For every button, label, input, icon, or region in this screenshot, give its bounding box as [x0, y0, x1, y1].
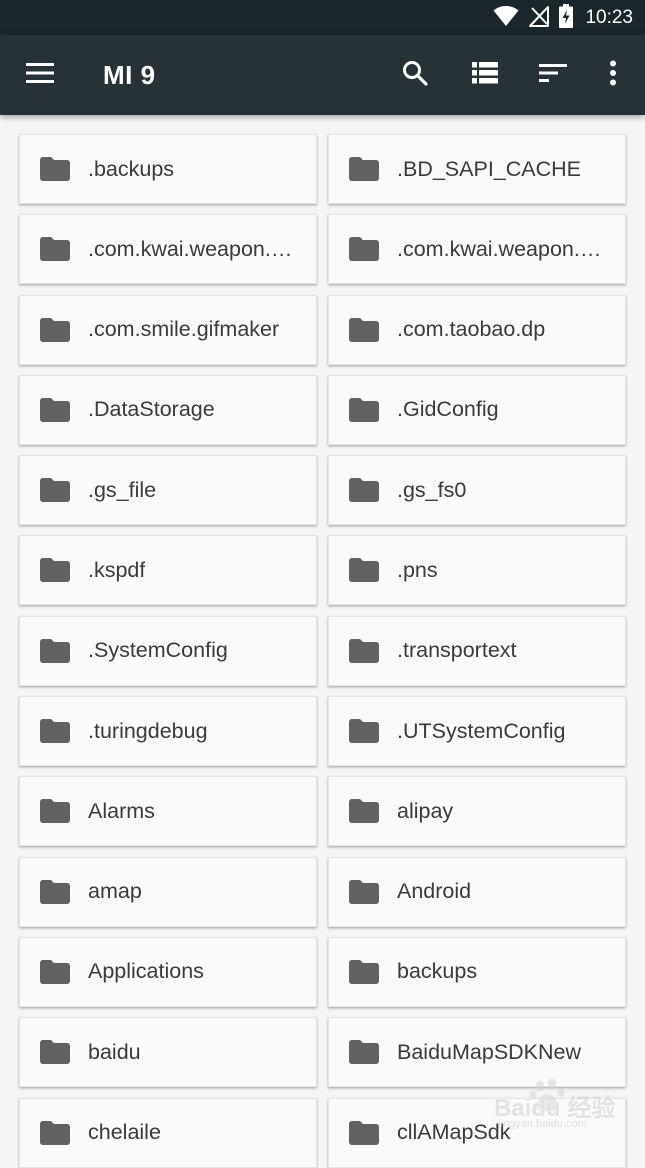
search-icon	[402, 60, 428, 90]
folder-name: .kspdf	[88, 557, 146, 582]
folder-name: .SystemConfig	[88, 638, 228, 663]
folder-icon	[40, 237, 70, 262]
folder-icon	[40, 879, 70, 904]
folder-item[interactable]: .gs_file	[19, 455, 317, 526]
view-mode-button[interactable]	[457, 35, 513, 115]
folder-item[interactable]: chelaile	[19, 1097, 317, 1168]
search-button[interactable]	[387, 35, 443, 115]
more-options-button[interactable]	[585, 35, 641, 115]
folder-name: BaiduMapSDKNew	[397, 1039, 582, 1064]
folder-item[interactable]: Applications	[19, 936, 317, 1007]
sort-icon	[539, 64, 567, 86]
status-icons: 10:23	[493, 0, 633, 35]
folder-name: amap	[88, 879, 142, 904]
folder-icon	[40, 959, 70, 984]
folder-name: .com.taobao.dp	[397, 317, 546, 342]
folder-icon	[349, 397, 379, 422]
battery-charging-icon	[559, 3, 574, 32]
folder-name: Android	[397, 879, 472, 904]
app-toolbar: MI 9	[0, 35, 645, 115]
folder-item[interactable]: BaiduMapSDKNew	[328, 1017, 626, 1088]
folder-grid: .backups .BD_SAPI_CACHE .com.kwai.weapon.……	[19, 134, 626, 1168]
folder-item[interactable]: .com.taobao.dp	[328, 294, 626, 365]
wifi-icon	[493, 5, 519, 31]
folder-item[interactable]: .BD_SAPI_CACHE	[328, 134, 626, 204]
folder-item[interactable]: cllAMapSdk	[328, 1097, 626, 1168]
folder-name: cllAMapSdk	[397, 1120, 511, 1145]
folder-name: .backups	[88, 156, 175, 181]
folder-item[interactable]: .pns	[328, 535, 626, 606]
folder-name: chelaile	[88, 1120, 161, 1145]
sort-button[interactable]	[525, 35, 581, 115]
menu-icon	[26, 63, 54, 87]
status-bar: 10:23	[0, 0, 645, 35]
folder-name: .transportext	[397, 638, 517, 663]
folder-item[interactable]: .com.kwai.weapon.…	[19, 214, 317, 285]
folder-item[interactable]: alipay	[328, 776, 626, 847]
folder-icon	[349, 1120, 379, 1145]
folder-icon	[40, 799, 70, 824]
view-list-icon	[472, 62, 498, 88]
folder-item[interactable]: .backups	[19, 134, 317, 204]
folder-item[interactable]: .UTSystemConfig	[328, 696, 626, 767]
folder-item[interactable]: .transportext	[328, 615, 626, 686]
folder-icon	[349, 478, 379, 503]
folder-item[interactable]: backups	[328, 936, 626, 1007]
folder-name: .com.kwai.weapon.…	[397, 236, 602, 261]
folder-icon	[40, 719, 70, 744]
folder-name: Applications	[88, 959, 204, 984]
folder-icon	[349, 558, 379, 583]
folder-icon	[40, 1040, 70, 1065]
folder-icon	[349, 959, 379, 984]
folder-icon	[40, 478, 70, 503]
folder-name: .pns	[397, 557, 438, 582]
folder-item[interactable]: .DataStorage	[19, 374, 317, 445]
folder-name: .GidConfig	[397, 397, 499, 422]
folder-item[interactable]: amap	[19, 856, 317, 927]
folder-name: .turingdebug	[88, 718, 208, 743]
folder-item[interactable]: .com.smile.gifmaker	[19, 294, 317, 365]
folder-icon	[349, 317, 379, 342]
folder-name: backups	[397, 959, 478, 984]
folder-item[interactable]: .gs_fs0	[328, 455, 626, 526]
folder-icon	[349, 638, 379, 663]
folder-icon	[40, 317, 70, 342]
folder-name: .DataStorage	[88, 397, 215, 422]
folder-item[interactable]: Android	[328, 856, 626, 927]
menu-button[interactable]	[12, 35, 68, 115]
folder-name: alipay	[397, 798, 454, 823]
folder-name: .com.smile.gifmaker	[88, 317, 280, 342]
folder-name: .com.kwai.weapon.…	[88, 236, 293, 261]
folder-name: Alarms	[88, 798, 155, 823]
folder-item[interactable]: .kspdf	[19, 535, 317, 606]
no-signal-icon	[529, 5, 550, 31]
folder-item[interactable]: .GidConfig	[328, 374, 626, 445]
folder-name: .gs_fs0	[397, 477, 467, 502]
folder-icon	[349, 719, 379, 744]
folder-item[interactable]: baidu	[19, 1017, 317, 1088]
folder-name: baidu	[88, 1039, 141, 1064]
folder-icon	[349, 237, 379, 262]
folder-icon	[40, 397, 70, 422]
folder-icon	[349, 799, 379, 824]
folder-name: .BD_SAPI_CACHE	[397, 156, 582, 181]
folder-name: .gs_file	[88, 477, 157, 502]
folder-item[interactable]: Alarms	[19, 776, 317, 847]
folder-icon	[349, 1040, 379, 1065]
folder-icon	[349, 157, 379, 181]
folder-name: .UTSystemConfig	[397, 718, 566, 743]
folder-icon	[40, 157, 70, 181]
folder-icon	[40, 1120, 70, 1145]
status-time: 10:23	[585, 6, 633, 28]
folder-item[interactable]: .com.kwai.weapon.…	[328, 214, 626, 285]
folder-item[interactable]: .turingdebug	[19, 696, 317, 767]
folder-icon	[349, 879, 379, 904]
folder-item[interactable]: .SystemConfig	[19, 615, 317, 686]
folder-icon	[40, 558, 70, 583]
more-vert-icon	[609, 60, 617, 90]
toolbar-title: MI 9	[103, 60, 156, 90]
folder-icon	[40, 638, 70, 663]
